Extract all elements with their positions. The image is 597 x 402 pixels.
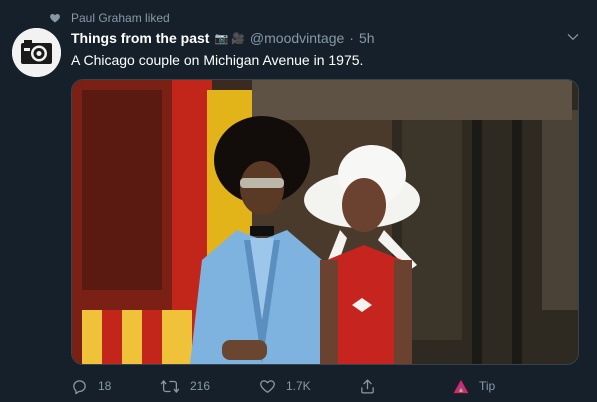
camera-icon: [12, 28, 61, 77]
chevron-down-icon[interactable]: [566, 30, 580, 44]
reply-count: 18: [98, 379, 112, 393]
tweet-header: Things from the past 📷 🎥 @moodvintage · …: [71, 29, 375, 47]
retweet-icon: [160, 378, 180, 395]
social-context: Paul Graham liked: [49, 11, 170, 25]
like-count: 1.7K: [286, 379, 311, 393]
social-context-label[interactable]: Paul Graham liked: [71, 11, 170, 25]
avatar[interactable]: [12, 28, 61, 77]
tip-icon: [453, 379, 469, 394]
separator-dot: ·: [349, 30, 354, 46]
timestamp[interactable]: 5h: [359, 30, 375, 46]
tweet-actions: 18 216 1.7K Tip: [71, 376, 551, 396]
retweet-count: 216: [190, 379, 211, 393]
reply-icon: [71, 378, 88, 395]
tweet-photo[interactable]: [71, 79, 579, 365]
tweet-text: A Chicago couple on Michigan Avenue in 1…: [71, 52, 364, 68]
reply-button[interactable]: 18: [71, 376, 111, 396]
retweet-button[interactable]: 216: [160, 376, 210, 396]
name-emoji: 📷 🎥: [214, 32, 245, 45]
display-name[interactable]: Things from the past: [71, 30, 209, 46]
share-icon: [359, 378, 376, 395]
heart-icon: [49, 12, 61, 24]
heart-icon: [259, 378, 276, 395]
user-handle[interactable]: @moodvintage: [250, 30, 344, 46]
share-button[interactable]: [359, 376, 376, 396]
tip-button[interactable]: Tip: [453, 376, 495, 396]
tip-label: Tip: [479, 379, 496, 393]
tweet[interactable]: Paul Graham liked Things from the past 📷…: [0, 0, 597, 402]
like-button[interactable]: 1.7K: [259, 376, 311, 396]
